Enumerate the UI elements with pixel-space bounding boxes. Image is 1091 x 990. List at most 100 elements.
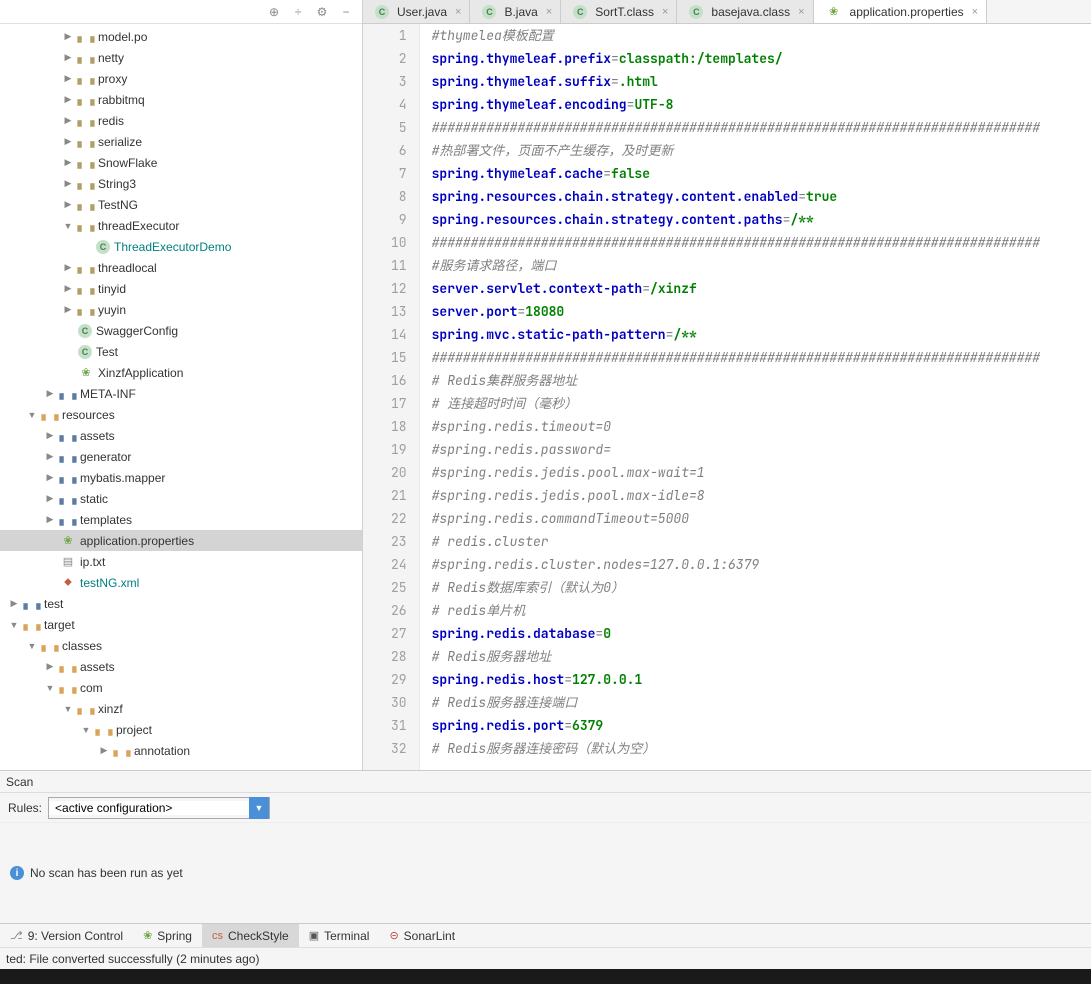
code-line[interactable]: #spring.redis.jedis.pool.max-wait=1 — [432, 461, 1079, 484]
expand-arrow-icon[interactable]: ▶ — [44, 493, 56, 504]
close-icon[interactable]: × — [662, 6, 668, 18]
code-line[interactable]: spring.redis.host=127.0.0.1 — [432, 668, 1079, 691]
hide-icon[interactable]: − — [338, 4, 354, 20]
expand-arrow-icon[interactable]: ▶ — [62, 283, 74, 294]
code-line[interactable]: spring.redis.database=0 — [432, 622, 1079, 645]
code-line[interactable]: #thymelea模板配置 — [432, 24, 1079, 47]
tool-tab[interactable]: ▣Terminal — [299, 924, 380, 947]
tree-item[interactable]: ▶▖▗yuyin — [0, 299, 362, 320]
code-line[interactable]: #spring.redis.commandTimeout=5000 — [432, 507, 1079, 530]
tree-item[interactable]: ⬥testNG.xml — [0, 572, 362, 593]
expand-arrow-icon[interactable]: ▶ — [44, 451, 56, 462]
tool-tab[interactable]: ⊝SonarLint — [379, 924, 465, 947]
code-line[interactable]: # redis.cluster — [432, 530, 1079, 553]
tree-item[interactable]: ▼▖▗threadExecutor — [0, 215, 362, 236]
tree-item[interactable]: ▶▖▗serialize — [0, 131, 362, 152]
expand-arrow-icon[interactable]: ▶ — [62, 304, 74, 315]
code-line[interactable]: spring.mvc.static-path-pattern=/** — [432, 323, 1079, 346]
code-line[interactable]: # Redis服务器连接密码（默认为空） — [432, 737, 1079, 760]
expand-arrow-icon[interactable]: ▶ — [62, 157, 74, 168]
code-line[interactable]: spring.thymeleaf.cache=false — [432, 162, 1079, 185]
settings-icon[interactable]: ⚙ — [314, 4, 330, 20]
collapse-icon[interactable]: ÷ — [290, 4, 306, 20]
tree-item[interactable]: ▼▖▗com — [0, 677, 362, 698]
expand-arrow-icon[interactable]: ▶ — [44, 472, 56, 483]
tree-item[interactable]: ▶▖▗annotation — [0, 740, 362, 761]
expand-arrow-icon[interactable]: ▶ — [62, 136, 74, 147]
locate-icon[interactable]: ⊕ — [266, 4, 282, 20]
code-line[interactable]: #spring.redis.cluster.nodes=127.0.0.1:63… — [432, 553, 1079, 576]
tree-item[interactable]: ▶▖▗rabbitmq — [0, 89, 362, 110]
tree-item[interactable]: ▶▖▗META-INF — [0, 383, 362, 404]
expand-arrow-icon[interactable]: ▼ — [26, 410, 38, 420]
code-line[interactable]: # Redis集群服务器地址 — [432, 369, 1079, 392]
tree-item[interactable]: ▶▖▗threadlocal — [0, 257, 362, 278]
tool-tab[interactable]: ❀Spring — [133, 924, 202, 947]
close-icon[interactable]: × — [546, 6, 552, 18]
code-line[interactable]: spring.redis.port=6379 — [432, 714, 1079, 737]
tree-item[interactable]: ▶▖▗templates — [0, 509, 362, 530]
expand-arrow-icon[interactable]: ▶ — [98, 745, 110, 756]
tree-item[interactable]: ▶▖▗SnowFlake — [0, 152, 362, 173]
source-code[interactable]: #thymelea模板配置spring.thymeleaf.prefix=cla… — [420, 24, 1091, 770]
tree-item[interactable]: ▶▖▗assets — [0, 656, 362, 677]
tree-item[interactable]: ▶▖▗tinyid — [0, 278, 362, 299]
code-line[interactable]: # redis单片机 — [432, 599, 1079, 622]
code-line[interactable]: #服务请求路径，端口 — [432, 254, 1079, 277]
expand-arrow-icon[interactable]: ▼ — [80, 725, 92, 735]
tree-item[interactable]: ▶▖▗generator — [0, 446, 362, 467]
close-icon[interactable]: × — [798, 6, 804, 18]
expand-arrow-icon[interactable]: ▼ — [26, 641, 38, 651]
tree-item[interactable]: ▶▖▗TestNG — [0, 194, 362, 215]
expand-arrow-icon[interactable]: ▶ — [62, 262, 74, 273]
code-line[interactable]: # Redis服务器连接端口 — [432, 691, 1079, 714]
expand-arrow-icon[interactable]: ▼ — [44, 683, 56, 693]
code-line[interactable]: #spring.redis.jedis.pool.max-idle=8 — [432, 484, 1079, 507]
tree-item[interactable]: ▶▖▗proxy — [0, 68, 362, 89]
tree-item[interactable]: ▼▖▗target — [0, 614, 362, 635]
tool-tab[interactable]: ⎇9: Version Control — [0, 924, 133, 947]
expand-arrow-icon[interactable]: ▼ — [62, 221, 74, 231]
tree-item[interactable]: ▶▖▗netty — [0, 47, 362, 68]
code-line[interactable]: spring.resources.chain.strategy.content.… — [432, 185, 1079, 208]
rules-input[interactable] — [49, 801, 249, 815]
close-icon[interactable]: × — [455, 6, 461, 18]
dropdown-icon[interactable]: ▼ — [249, 797, 269, 819]
expand-arrow-icon[interactable]: ▶ — [44, 388, 56, 399]
code-line[interactable]: #spring.redis.timeout=0 — [432, 415, 1079, 438]
code-line[interactable]: ########################################… — [432, 231, 1079, 254]
tree-item[interactable]: ❀XinzfApplication — [0, 362, 362, 383]
tree-item[interactable]: ▼▖▗resources — [0, 404, 362, 425]
code-line[interactable]: spring.thymeleaf.prefix=classpath:/templ… — [432, 47, 1079, 70]
tree-item[interactable]: CSwaggerConfig — [0, 320, 362, 341]
code-line[interactable]: spring.thymeleaf.suffix=.html — [432, 70, 1079, 93]
code-line[interactable]: # Redis服务器地址 — [432, 645, 1079, 668]
tree-item[interactable]: ▤ip.txt — [0, 551, 362, 572]
expand-arrow-icon[interactable]: ▶ — [44, 514, 56, 525]
tree-item[interactable]: ▶▖▗static — [0, 488, 362, 509]
code-line[interactable]: server.port=18080 — [432, 300, 1079, 323]
editor-tab[interactable]: CB.java× — [470, 0, 561, 23]
tree-item[interactable]: ▼▖▗project — [0, 719, 362, 740]
tree-item[interactable]: ▼▖▗xinzf — [0, 698, 362, 719]
tool-tab[interactable]: csCheckStyle — [202, 924, 299, 947]
tree-item[interactable]: ❀application.properties — [0, 530, 362, 551]
expand-arrow-icon[interactable]: ▼ — [8, 620, 20, 630]
tree-item[interactable]: ▶▖▗redis — [0, 110, 362, 131]
tree-item[interactable]: ▶▖▗model.po — [0, 26, 362, 47]
project-tree[interactable]: ▶▖▗model.po▶▖▗netty▶▖▗proxy▶▖▗rabbitmq▶▖… — [0, 24, 362, 770]
expand-arrow-icon[interactable]: ▶ — [62, 199, 74, 210]
code-line[interactable]: ########################################… — [432, 346, 1079, 369]
tree-item[interactable]: CThreadExecutorDemo — [0, 236, 362, 257]
editor-tab[interactable]: ❀application.properties× — [814, 0, 988, 23]
editor-tab[interactable]: CSortT.class× — [561, 0, 677, 23]
expand-arrow-icon[interactable]: ▼ — [62, 704, 74, 714]
tree-item[interactable]: CTest — [0, 341, 362, 362]
editor-tab[interactable]: CUser.java× — [363, 0, 470, 23]
expand-arrow-icon[interactable]: ▶ — [62, 94, 74, 105]
code-line[interactable]: ########################################… — [432, 116, 1079, 139]
scan-header[interactable]: Scan — [0, 771, 1091, 793]
tree-item[interactable]: ▶▖▗String3 — [0, 173, 362, 194]
expand-arrow-icon[interactable]: ▶ — [44, 661, 56, 672]
code-line[interactable]: server.servlet.context-path=/xinzf — [432, 277, 1079, 300]
